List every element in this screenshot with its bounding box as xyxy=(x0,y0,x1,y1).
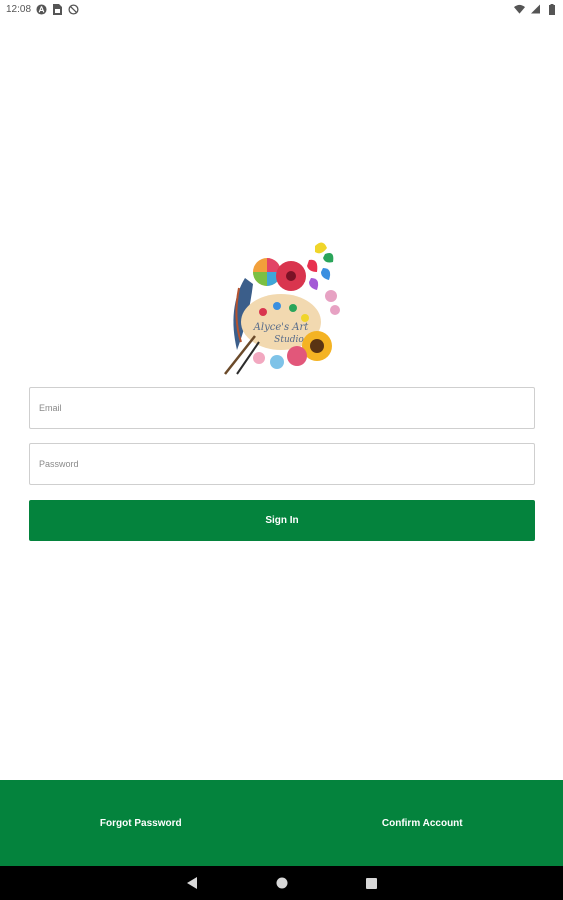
confirm-account-label: Confirm Account xyxy=(381,817,463,829)
signal-icon xyxy=(530,4,541,15)
svg-text:Alyce's Art: Alyce's Art xyxy=(253,322,310,333)
forgot-password-link[interactable]: Forgot Password xyxy=(0,780,282,866)
battery-icon xyxy=(546,3,557,15)
sim-card-icon xyxy=(52,3,63,15)
system-nav-bar xyxy=(0,866,563,900)
email-input[interactable] xyxy=(29,387,535,429)
forgot-password-label: Forgot Password xyxy=(99,817,182,829)
status-left: 12:08 xyxy=(6,3,79,15)
sign-in-label: Sign In xyxy=(265,515,299,526)
art-studio-logo: Alyce's Art Studio xyxy=(219,238,345,376)
status-time: 12:08 xyxy=(6,3,32,15)
recents-icon[interactable] xyxy=(362,873,382,893)
footer-bar: Forgot Password Confirm Account xyxy=(0,780,563,866)
confirm-account-link[interactable]: Confirm Account xyxy=(282,780,563,866)
no-sync-icon xyxy=(68,3,79,15)
wifi-icon xyxy=(514,4,525,15)
sign-in-button[interactable]: Sign In xyxy=(29,500,535,541)
status-bar: 12:08 xyxy=(0,0,563,18)
status-right xyxy=(514,3,557,15)
back-icon[interactable] xyxy=(182,873,202,893)
art-palette-flowers-logo: Alyce's Art Studio xyxy=(224,242,340,375)
home-icon[interactable] xyxy=(272,873,292,893)
password-input[interactable] xyxy=(29,443,535,485)
accessibility-icon xyxy=(36,3,47,15)
svg-text:Studio: Studio xyxy=(274,335,304,345)
